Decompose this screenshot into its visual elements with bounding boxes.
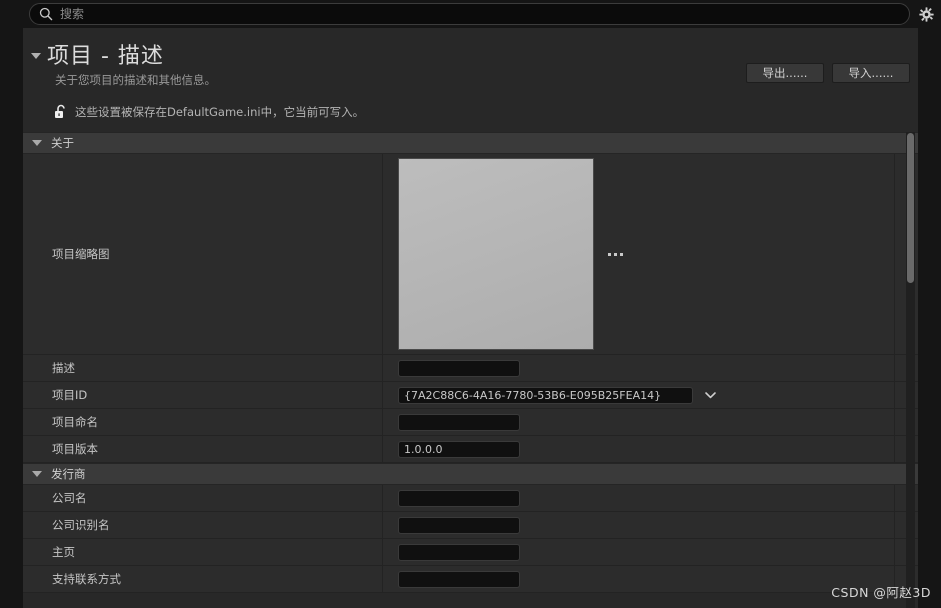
section-collapse-triangle-icon (32, 471, 42, 477)
page-title-row[interactable]: 项目 - 描述 (31, 38, 164, 70)
project-name-input[interactable] (398, 413, 520, 431)
property-value (383, 355, 894, 381)
project-description-panel: 项目 - 描述 关于您项目的描述和其他信息。 这些设置被保存在DefaultGa… (23, 28, 918, 608)
property-label: 项目版本 (23, 436, 383, 462)
property-value (383, 382, 894, 408)
config-file-notice-text: 这些设置被保存在DefaultGame.ini中，它当前可写入。 (75, 105, 365, 119)
thumbnail-more-button[interactable] (605, 245, 625, 263)
property-label: 公司名 (23, 485, 383, 511)
unlocked-padlock-icon (54, 104, 68, 120)
config-file-notice: 这些设置被保存在DefaultGame.ini中，它当前可写入。 (54, 104, 364, 120)
chevron-down-icon[interactable] (704, 389, 716, 401)
project-version-input[interactable] (398, 440, 520, 458)
property-row-company-distinguished-name: 公司识别名 (23, 512, 918, 539)
property-label: 主页 (23, 539, 383, 565)
page-subtitle: 关于您项目的描述和其他信息。 (55, 73, 216, 87)
section-header-about[interactable]: 关于 (23, 132, 918, 154)
property-value (383, 539, 894, 565)
header-buttons: 导出...... 导入...... (746, 63, 910, 83)
property-label: 支持联系方式 (23, 566, 383, 592)
description-input[interactable] (398, 359, 520, 377)
section-header-publisher[interactable]: 发行商 (23, 463, 918, 485)
top-search-bar (0, 0, 941, 28)
project-id-input[interactable] (398, 386, 693, 404)
homepage-input[interactable] (398, 543, 520, 561)
property-row-project-version: 项目版本 (23, 436, 918, 463)
export-button[interactable]: 导出...... (746, 63, 824, 83)
search-icon (37, 5, 55, 23)
page-title: 项目 - 描述 (47, 44, 164, 69)
support-contact-input[interactable] (398, 570, 520, 588)
property-label: 项目ID (23, 382, 383, 408)
property-row-company-name: 公司名 (23, 485, 918, 512)
search-input[interactable] (60, 4, 909, 24)
company-distinguished-name-input[interactable] (398, 516, 520, 534)
company-name-input[interactable] (398, 489, 520, 507)
search-box[interactable] (29, 3, 910, 25)
vertical-scrollbar-track[interactable] (906, 132, 915, 608)
property-label: 描述 (23, 355, 383, 381)
property-value (383, 485, 894, 511)
section-label: 关于 (51, 136, 74, 150)
panel-header: 项目 - 描述 关于您项目的描述和其他信息。 这些设置被保存在DefaultGa… (23, 28, 918, 132)
ellipsis-icon (607, 252, 623, 256)
property-row-description: 描述 (23, 355, 918, 382)
property-value (383, 436, 894, 462)
collapse-triangle-icon[interactable] (31, 53, 41, 59)
property-row-homepage: 主页 (23, 539, 918, 566)
property-value (383, 566, 894, 592)
vertical-scrollbar-thumb[interactable] (907, 133, 914, 283)
property-label: 公司识别名 (23, 512, 383, 538)
property-row-project-id: 项目ID (23, 382, 918, 409)
property-label: 项目命名 (23, 409, 383, 435)
import-button[interactable]: 导入...... (832, 63, 910, 83)
gear-icon[interactable] (915, 4, 937, 24)
property-row-project-name: 项目命名 (23, 409, 918, 436)
property-value (383, 154, 894, 354)
property-row-support-contact: 支持联系方式 (23, 566, 918, 593)
property-value (383, 512, 894, 538)
project-thumbnail-image[interactable] (398, 158, 594, 350)
property-row-project-thumbnail: 项目缩略图 (23, 154, 918, 355)
property-label: 项目缩略图 (23, 154, 383, 354)
section-label: 发行商 (51, 467, 86, 481)
property-value (383, 409, 894, 435)
section-collapse-triangle-icon (32, 140, 42, 146)
